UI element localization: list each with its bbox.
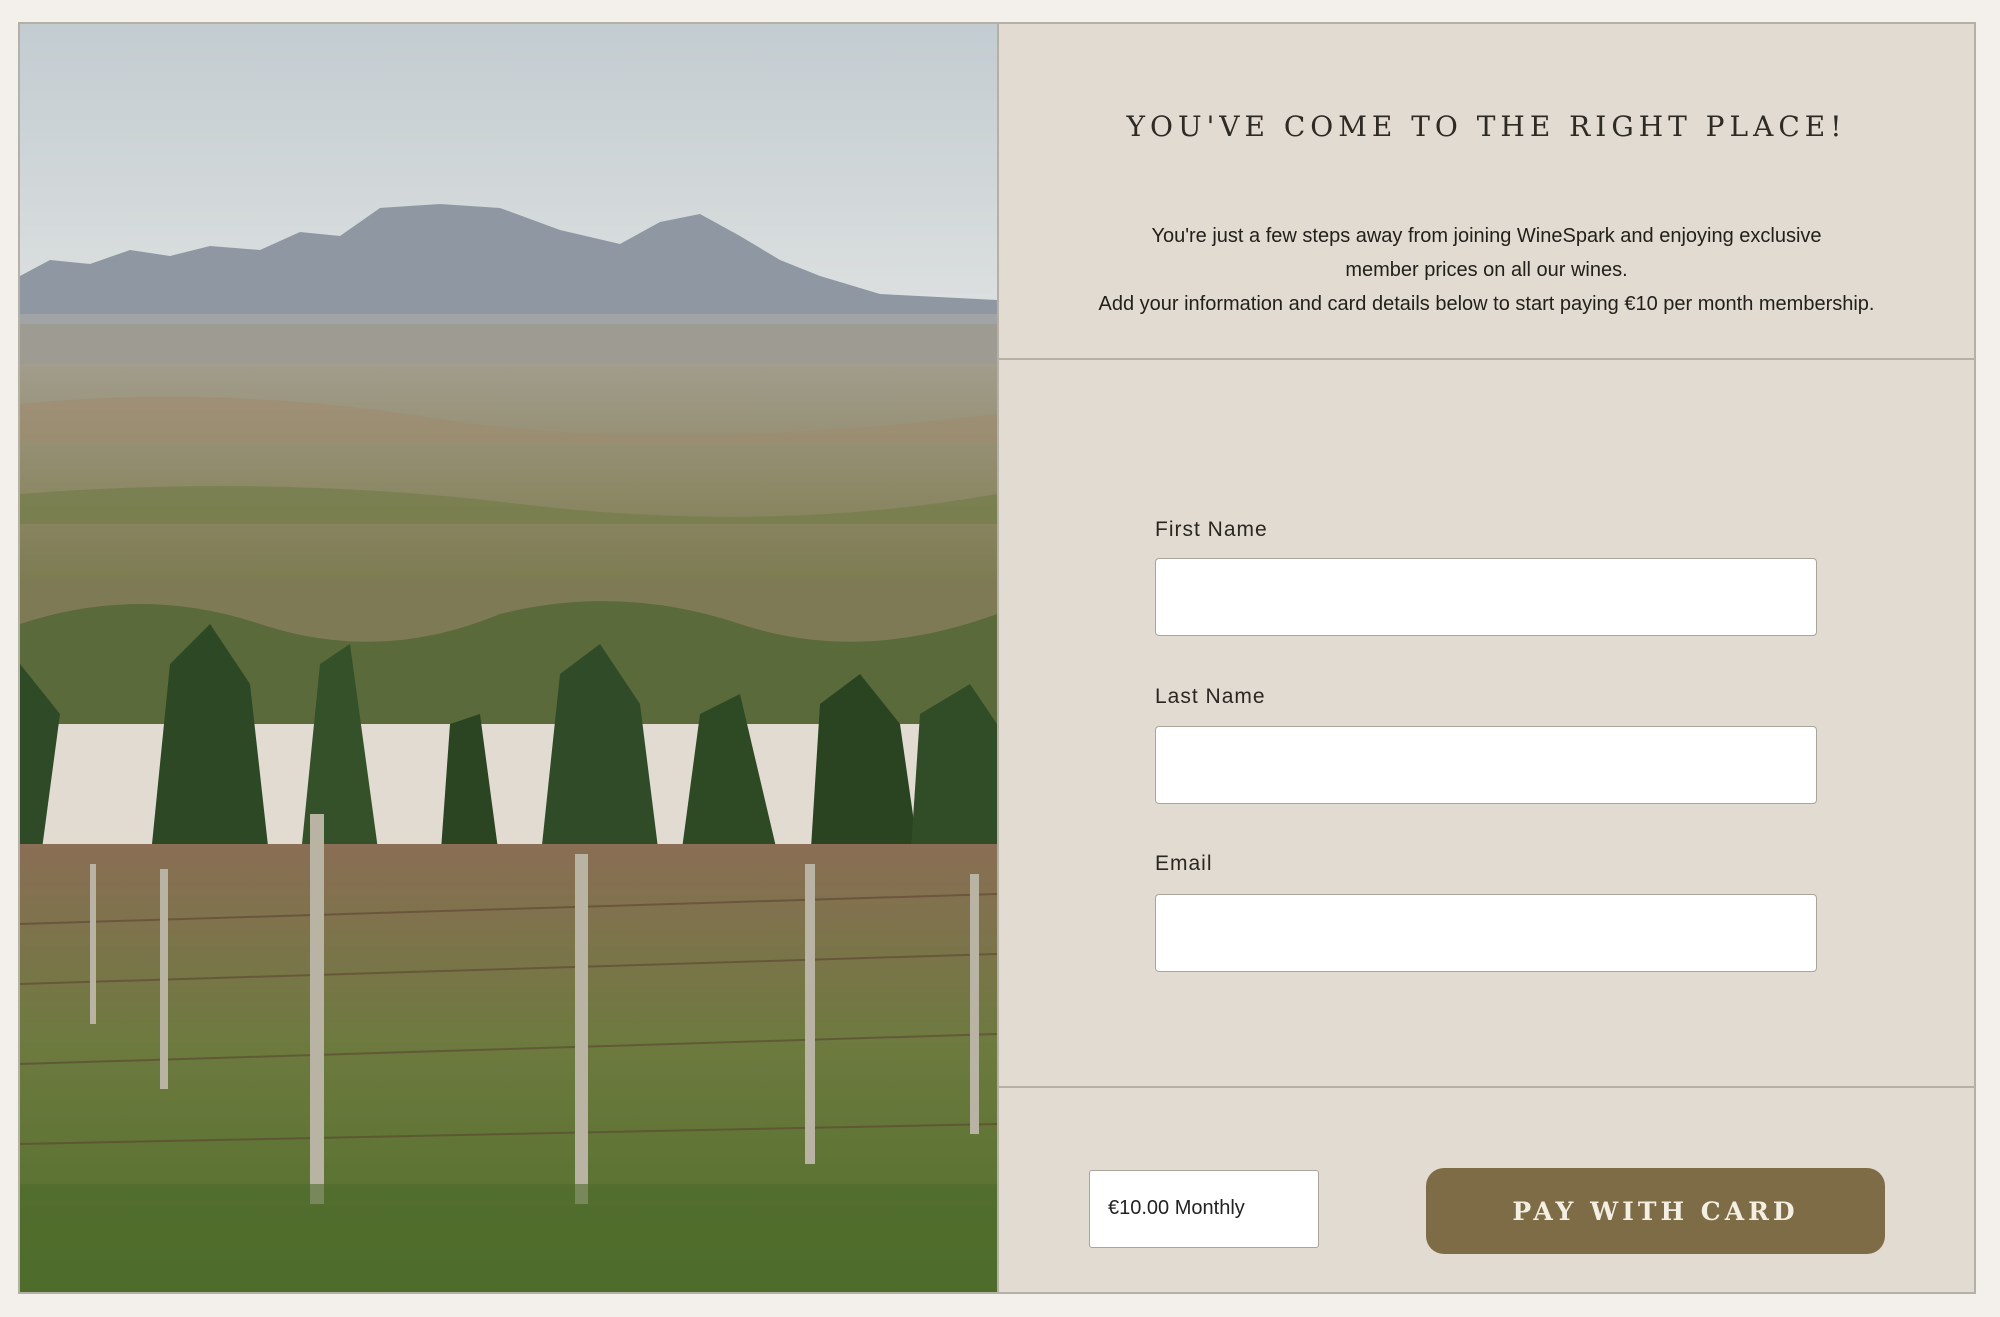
signup-header: YOU'VE COME TO THE RIGHT PLACE! You're j… — [999, 24, 1974, 360]
intro-line: You're just a few steps away from joinin… — [1151, 225, 1822, 247]
first-name-field[interactable] — [1155, 558, 1817, 636]
signup-form: First Name Last Name Email — [999, 360, 1974, 1088]
intro-line: Add your information and card details be… — [1098, 293, 1875, 315]
signup-panel: YOU'VE COME TO THE RIGHT PLACE! You're j… — [999, 24, 1974, 1292]
vineyard-photo — [20, 24, 999, 1292]
pay-with-card-button[interactable]: PAY WITH CARD — [1426, 1168, 1885, 1254]
last-name-label: Last Name — [1155, 685, 1266, 708]
email-field[interactable] — [1155, 894, 1817, 972]
signup-card: YOU'VE COME TO THE RIGHT PLACE! You're j… — [18, 22, 1976, 1294]
intro-line: member prices on all our wines. — [1345, 259, 1628, 281]
payment-footer: €10.00 Monthly PAY WITH CARD — [999, 1088, 1974, 1292]
email-label: Email — [1155, 852, 1213, 875]
price-display: €10.00 Monthly — [1089, 1170, 1319, 1248]
last-name-field[interactable] — [1155, 726, 1817, 804]
intro-text: You're just a few steps away from joinin… — [999, 219, 1974, 321]
page-title: YOU'VE COME TO THE RIGHT PLACE! — [1126, 110, 1847, 143]
first-name-label: First Name — [1155, 518, 1268, 541]
